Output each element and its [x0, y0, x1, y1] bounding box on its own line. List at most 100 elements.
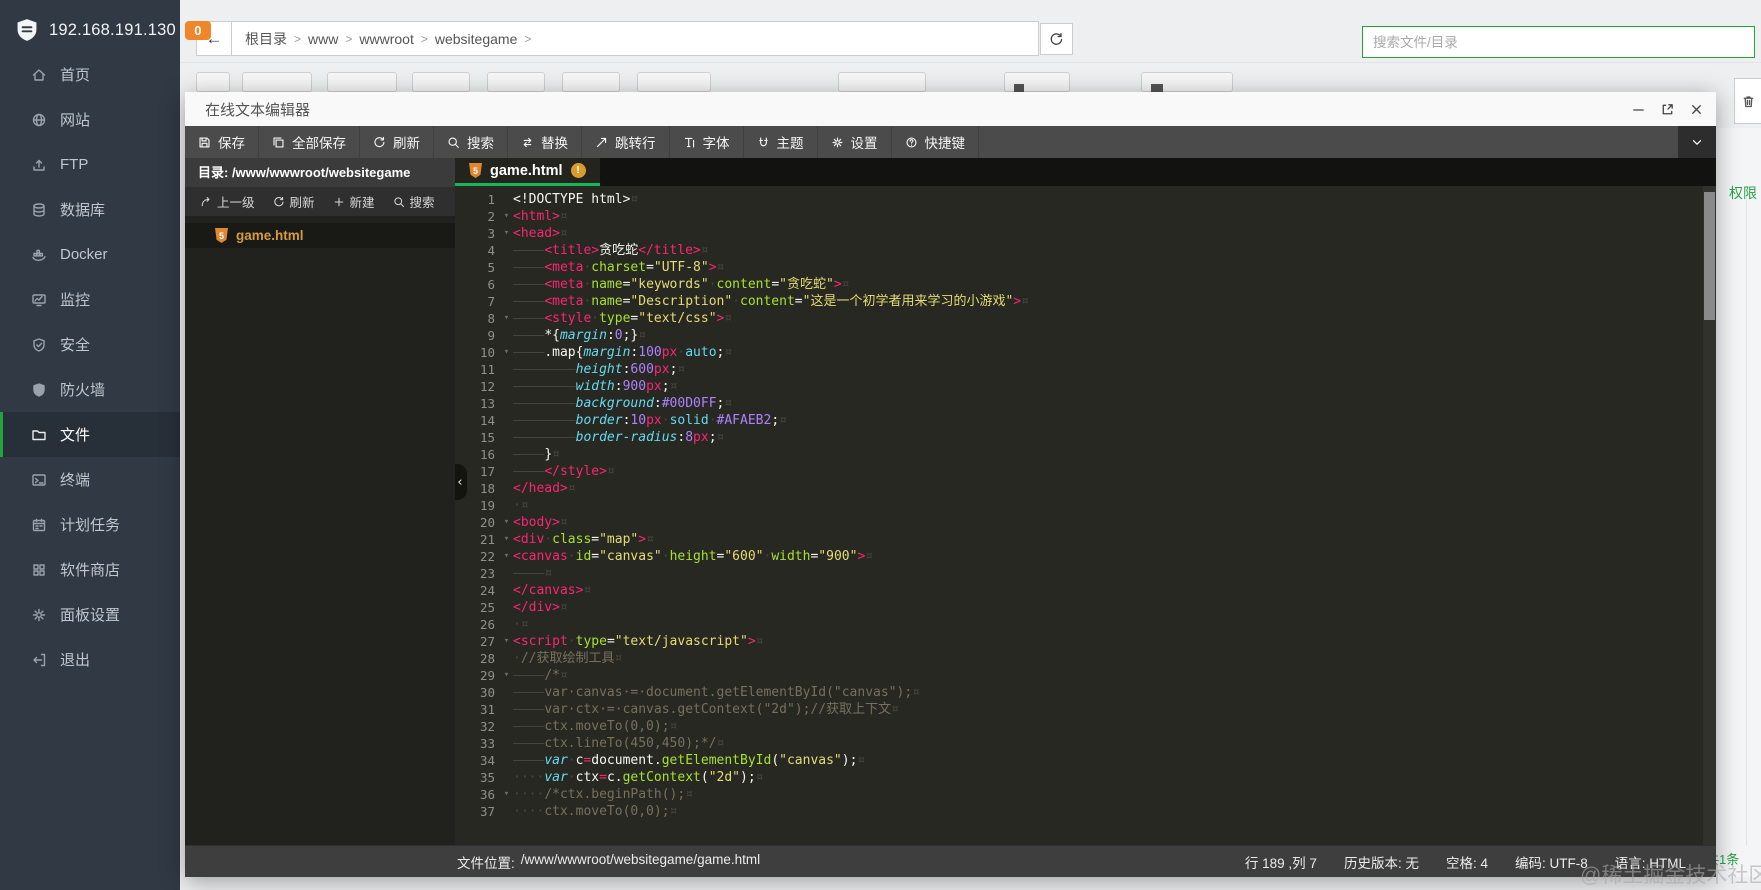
code-line[interactable]: 34————var·c=document.getElementById("can… — [455, 752, 1716, 769]
code-line[interactable]: 18</head>¤ — [455, 480, 1716, 497]
fold-arrow-icon[interactable]: ▾ — [500, 633, 513, 650]
code-line[interactable]: 36▾····/*ctx.beginPath();¤ — [455, 786, 1716, 803]
code-line[interactable]: 12————————width:900px;¤ — [455, 378, 1716, 395]
minimize-icon[interactable] — [1631, 102, 1646, 117]
toolbar-button-replace[interactable]: 替换 — [508, 126, 582, 158]
file-tree-item-game-html[interactable]: 5 game.html — [185, 223, 455, 248]
filemanager-button[interactable] — [562, 72, 620, 92]
fold-arrow-icon[interactable]: ▾ — [500, 208, 513, 225]
fold-arrow-icon[interactable]: ▾ — [500, 531, 513, 548]
sidebar-item-files[interactable]: 文件 — [0, 412, 180, 457]
code-line[interactable]: 28·//获取绘制工具¤ — [455, 650, 1716, 667]
sidebar-item-monitor[interactable]: 监控 — [0, 277, 180, 322]
code-line[interactable]: 25</div>¤ — [455, 599, 1716, 616]
code-line[interactable]: 20▾<body>¤ — [455, 514, 1716, 531]
code-line[interactable]: 35····var·ctx=c.getContext("2d");¤ — [455, 769, 1716, 786]
fold-arrow-icon[interactable]: ▾ — [500, 514, 513, 531]
fold-arrow-icon[interactable]: ▾ — [500, 548, 513, 565]
filemanager-button[interactable] — [487, 72, 545, 92]
code-line[interactable]: 26·¤ — [455, 616, 1716, 633]
breadcrumb-item[interactable]: 根目录 — [245, 29, 287, 49]
code-line[interactable]: 14————————border:10px·solid·#AFAEB2;¤ — [455, 412, 1716, 429]
code-line[interactable]: 27▾<script·type="text/javascript">¤ — [455, 633, 1716, 650]
fold-arrow-icon[interactable]: ▾ — [500, 225, 513, 242]
code-line[interactable]: 19·¤ — [455, 497, 1716, 514]
filemanager-button[interactable] — [412, 72, 470, 92]
code-line[interactable]: 5————<meta·charset="UTF-8">¤ — [455, 259, 1716, 276]
filemanager-button[interactable] — [637, 72, 711, 92]
toolbar-button-save[interactable]: 保存 — [185, 126, 259, 158]
filemanager-button[interactable] — [196, 72, 230, 92]
toolbar-button-refresh[interactable]: 刷新 — [360, 126, 434, 158]
close-icon[interactable] — [1689, 102, 1704, 117]
panel-action-plus[interactable]: 新建 — [324, 192, 384, 211]
panel-collapse-handle[interactable]: ‹ — [455, 464, 467, 500]
code-line[interactable]: 16————}¤ — [455, 446, 1716, 463]
code-line[interactable]: 17————</style>¤ — [455, 463, 1716, 480]
code-line[interactable]: 11————————height:600px;¤ — [455, 361, 1716, 378]
code-line[interactable]: 4————<title>贪吃蛇</title>¤ — [455, 242, 1716, 259]
code-line[interactable]: 31————var·ctx·=·canvas.getContext("2d");… — [455, 701, 1716, 718]
sidebar-item-logout[interactable]: 退出 — [0, 637, 180, 682]
breadcrumb-item[interactable]: wwwroot — [359, 31, 413, 47]
sidebar-item-site[interactable]: 网站 — [0, 97, 180, 142]
code-line[interactable]: 29▾————/*¤ — [455, 667, 1716, 684]
breadcrumb-item[interactable]: websitegame — [435, 31, 518, 47]
filemanager-button[interactable] — [327, 72, 397, 92]
code-line[interactable]: 30————var·canvas·=·document.getElementBy… — [455, 684, 1716, 701]
filemanager-button[interactable] — [242, 72, 312, 92]
scrollbar-thumb[interactable] — [1704, 192, 1715, 320]
toolbar-button-settings[interactable]: 设置 — [818, 126, 892, 158]
sidebar-item-firewall[interactable]: 防火墙 — [0, 367, 180, 412]
panel-action-search[interactable]: 搜索 — [384, 192, 444, 211]
code-line[interactable]: 24</canvas>¤ — [455, 582, 1716, 599]
fold-arrow-icon[interactable]: ▾ — [500, 786, 513, 803]
code-line[interactable]: 15————————border-radius:8px;¤ — [455, 429, 1716, 446]
toolbar-button-hotkey[interactable]: 快捷键 — [892, 126, 980, 158]
code-line[interactable]: 2▾<html>¤ — [455, 208, 1716, 225]
toolbar-button-theme[interactable]: 主题 — [744, 126, 818, 158]
breadcrumb[interactable]: 根目录>www>wwwroot>websitegame> — [231, 21, 1039, 56]
fold-arrow-icon[interactable]: ▾ — [500, 310, 513, 327]
filemanager-button[interactable] — [838, 72, 926, 92]
code-line[interactable]: 9————*{margin:0;}¤ — [455, 327, 1716, 344]
toolbar-button-goto[interactable]: 跳转行 — [582, 126, 670, 158]
code-line[interactable]: 6————<meta·name="keywords"·content="贪吃蛇"… — [455, 276, 1716, 293]
code-line[interactable]: 21▾<div·class="map">¤ — [455, 531, 1716, 548]
code-line[interactable]: 37····ctx.moveTo(0,0);¤ — [455, 803, 1716, 820]
breadcrumb-refresh-button[interactable] — [1040, 23, 1073, 55]
message-count-badge[interactable]: 0 — [185, 21, 211, 40]
sidebar-item-cron[interactable]: 计划任务 — [0, 502, 180, 547]
sidebar-item-settings[interactable]: 面板设置 — [0, 592, 180, 637]
sidebar-item-ftp[interactable]: FTP — [0, 142, 180, 187]
code-line[interactable]: 7————<meta·name="Description"·content="这… — [455, 293, 1716, 310]
tab-game-html[interactable]: 5 game.html ! — [455, 158, 600, 186]
sidebar-item-database[interactable]: 数据库 — [0, 187, 180, 232]
toolbar-button-search[interactable]: 搜索 — [434, 126, 508, 158]
breadcrumb-item[interactable]: www — [308, 31, 338, 47]
code-line[interactable]: 8▾————<style·type="text/css">¤ — [455, 310, 1716, 327]
fold-arrow-icon[interactable]: ▾ — [500, 667, 513, 684]
toolbar-button-saveall[interactable]: 全部保存 — [259, 126, 360, 158]
sidebar-item-store[interactable]: 软件商店 — [0, 547, 180, 592]
code-line[interactable]: 13————————background:#00D0FF;¤ — [455, 395, 1716, 412]
code-line[interactable]: 10▾————.map{margin:100px·auto;¤ — [455, 344, 1716, 361]
code-line[interactable]: 22▾<canvas·id="canvas"·height="600"·widt… — [455, 548, 1716, 565]
code-line[interactable]: 33————ctx.lineTo(450,450);*/¤ — [455, 735, 1716, 752]
toolbar-collapse-button[interactable] — [1678, 126, 1716, 158]
sidebar-item-home[interactable]: 首页 — [0, 52, 180, 97]
maximize-icon[interactable] — [1660, 102, 1675, 117]
fold-arrow-icon[interactable]: ▾ — [500, 344, 513, 361]
sidebar-item-docker[interactable]: Docker — [0, 232, 180, 277]
sidebar-item-terminal[interactable]: 终端 — [0, 457, 180, 502]
code-line[interactable]: 1<!DOCTYPE html>¤ — [455, 191, 1716, 208]
panel-action-up[interactable]: 上一级 — [191, 192, 264, 211]
code-line[interactable]: 23————¤ — [455, 565, 1716, 582]
search-input[interactable] — [1362, 26, 1755, 58]
code-line[interactable]: 3▾<head>¤ — [455, 225, 1716, 242]
sidebar-item-security[interactable]: 安全 — [0, 322, 180, 367]
code-editor[interactable]: 1<!DOCTYPE html>¤2▾<html>¤3▾<head>¤4————… — [455, 186, 1716, 845]
panel-action-refresh[interactable]: 刷新 — [264, 192, 324, 211]
code-line[interactable]: 32————ctx.moveTo(0,0);¤ — [455, 718, 1716, 735]
toolbar-button-font[interactable]: 字体 — [670, 126, 744, 158]
